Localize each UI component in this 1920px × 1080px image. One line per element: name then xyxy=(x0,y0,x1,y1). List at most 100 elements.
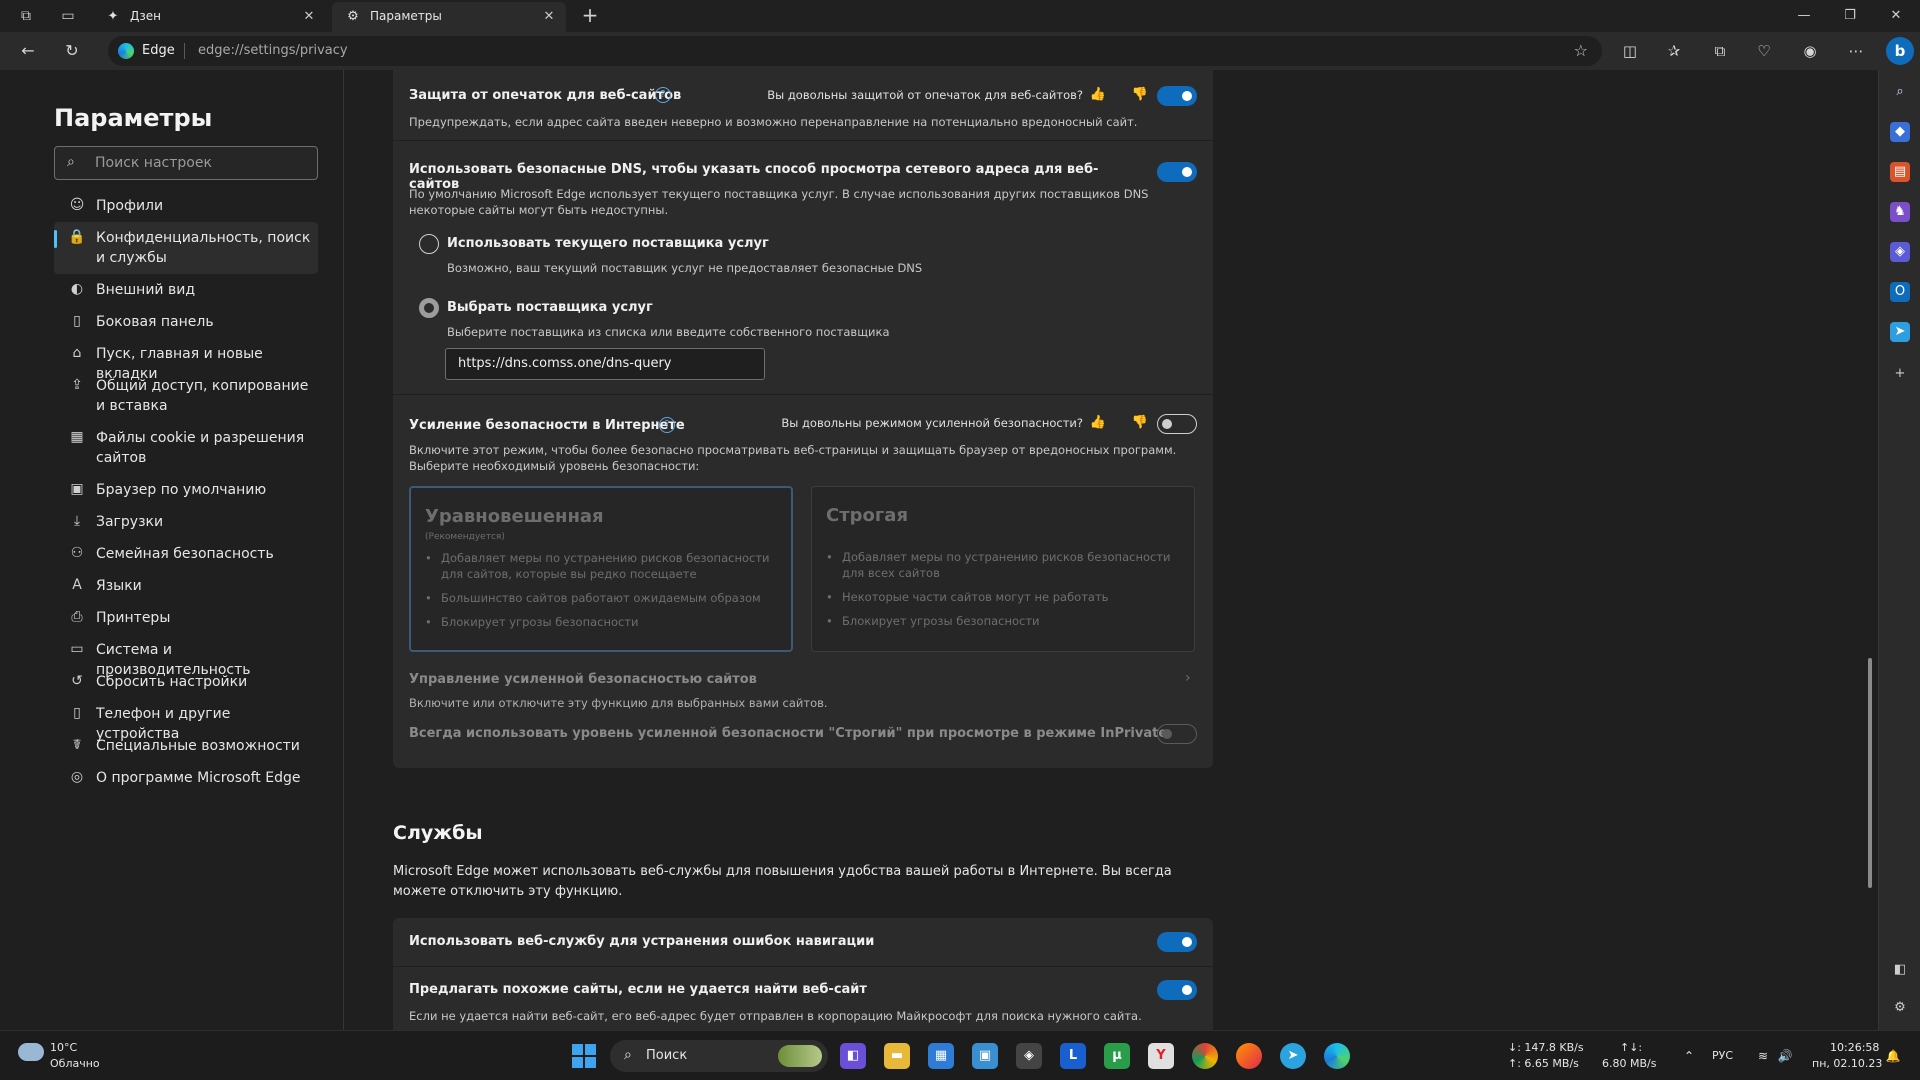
search-input[interactable] xyxy=(95,153,305,173)
copilot-icon[interactable]: b xyxy=(1886,37,1914,65)
sidebar-item-languages[interactable]: A Языки xyxy=(54,570,318,602)
clock-date[interactable]: пн, 02.10.23 xyxy=(1812,1057,1882,1070)
drop-icon[interactable]: ➤ xyxy=(1890,322,1910,342)
sidebar-item-printers[interactable]: ⎙ Принтеры xyxy=(54,602,318,634)
sidebar-item-label: Браузер по умолчанию xyxy=(96,482,267,498)
remote-desktop-icon[interactable]: ▣ xyxy=(972,1043,998,1069)
language-indicator[interactable]: РУС xyxy=(1712,1049,1733,1062)
settings-search[interactable]: ⌕ xyxy=(54,146,318,180)
telegram-icon[interactable]: ➤ xyxy=(1280,1043,1306,1069)
enhanced-security-title: Усиление безопасности в Интернете xyxy=(409,418,685,433)
similar-sites-toggle[interactable] xyxy=(1157,980,1197,1000)
close-icon[interactable]: ✕ xyxy=(300,8,318,26)
manage-enhanced-security-title[interactable]: Управление усиленной безопасностью сайто… xyxy=(409,672,757,687)
sidebar-item-downloads[interactable]: ⤓ Загрузки xyxy=(54,506,318,538)
secure-dns-toggle[interactable] xyxy=(1157,162,1197,182)
dns-current-provider-radio[interactable] xyxy=(419,234,439,254)
sidebar-item-phone[interactable]: ▯ Телефон и другие устройства xyxy=(54,698,318,742)
torrent-app-icon[interactable]: µ xyxy=(1104,1043,1130,1069)
split-screen-icon[interactable]: ◫ xyxy=(1618,39,1642,63)
sidebar-item-appearance[interactable]: ◐ Внешний вид xyxy=(54,274,318,306)
sidebar-item-about[interactable]: ◎ О программе Microsoft Edge xyxy=(54,762,318,794)
store-icon[interactable]: ▦ xyxy=(928,1043,954,1069)
clock-time[interactable]: 10:26:58 xyxy=(1830,1041,1879,1054)
notifications-bell-icon[interactable]: 🔔 xyxy=(1884,1047,1902,1065)
games-icon[interactable]: ♞ xyxy=(1890,202,1910,222)
balanced-mode-card[interactable]: Уравновешенная (Рекомендуется) Добавляет… xyxy=(409,486,793,652)
search-icon[interactable]: ⌕ xyxy=(1890,82,1910,102)
outlook-icon[interactable]: O xyxy=(1890,282,1910,302)
inprivate-strict-toggle[interactable] xyxy=(1157,724,1197,744)
tab-settings[interactable]: ⚙ Параметры ✕ xyxy=(332,2,566,32)
navigation-errors-toggle[interactable] xyxy=(1157,932,1197,952)
yandex-browser-icon[interactable]: Y xyxy=(1148,1043,1174,1069)
sidebar-item-privacy[interactable]: 🔒 Конфиденциальность, поиск и службы xyxy=(54,222,318,274)
refresh-button[interactable]: ↻ xyxy=(60,39,84,63)
sidebar-item-default-browser[interactable]: ▣ Браузер по умолчанию xyxy=(54,474,318,506)
cloud-icon[interactable] xyxy=(18,1043,44,1061)
chevron-right-icon[interactable]: › xyxy=(1185,670,1191,686)
help-icon[interactable]: ? xyxy=(659,417,675,433)
sidebar-item-sidebar[interactable]: ▯ Боковая панель xyxy=(54,306,318,338)
minimize-button[interactable]: — xyxy=(1782,4,1826,28)
edge-taskbar-icon[interactable] xyxy=(1324,1043,1350,1069)
tools-icon[interactable]: ▤ xyxy=(1890,162,1910,182)
weather-condition[interactable]: Облачно xyxy=(50,1057,100,1070)
sidebar-item-cookies[interactable]: ▦ Файлы cookie и разрешения сайтов xyxy=(54,422,318,474)
taskbar-search[interactable]: ⌕ Поиск xyxy=(610,1040,828,1072)
dns-provider-input[interactable]: https://dns.comss.one/dns-query xyxy=(445,348,765,380)
security-app-icon[interactable]: ◈ xyxy=(1016,1043,1042,1069)
more-menu-icon[interactable]: ⋯ xyxy=(1844,39,1868,63)
new-tab-button[interactable]: + xyxy=(578,4,602,28)
add-icon[interactable]: + xyxy=(1890,364,1910,384)
microsoft-365-icon[interactable]: ◈ xyxy=(1890,242,1910,262)
sidebar-item-system[interactable]: ▭ Система и производительность xyxy=(54,634,318,678)
browser-essentials-icon[interactable]: ♡ xyxy=(1752,39,1776,63)
address-bar[interactable]: Edge edge://settings/privacy ☆ xyxy=(108,36,1602,66)
chevron-up-icon[interactable]: ⌃ xyxy=(1680,1047,1698,1065)
thumbs-down-icon[interactable]: 👎 xyxy=(1131,414,1149,432)
sidebar-settings-icon[interactable]: ⚙ xyxy=(1890,998,1910,1018)
help-icon[interactable]: ? xyxy=(655,87,671,103)
balanced-mode-bullet: Большинство сайтов работают ожидаемым об… xyxy=(425,590,785,606)
start-button[interactable] xyxy=(572,1044,596,1068)
l-app-icon[interactable]: L xyxy=(1060,1043,1086,1069)
collections-icon[interactable]: ⧉ xyxy=(1708,39,1732,63)
chrome-icon[interactable] xyxy=(1192,1043,1218,1069)
volume-icon[interactable]: 🔊 xyxy=(1776,1047,1794,1065)
restore-button[interactable]: ❐ xyxy=(1828,4,1872,28)
weather-temperature[interactable]: 10°C xyxy=(50,1041,77,1054)
shopping-tag-icon[interactable]: ◆ xyxy=(1890,122,1910,142)
url-text[interactable]: edge://settings/privacy xyxy=(198,43,348,58)
favorites-icon[interactable]: ✰ xyxy=(1662,39,1686,63)
dns-choose-provider-radio[interactable] xyxy=(419,298,439,318)
sidebar-item-profiles[interactable]: ☺ Профили xyxy=(54,190,318,222)
back-button[interactable]: ← xyxy=(16,39,40,63)
favorite-star-icon[interactable]: ☆ xyxy=(1574,41,1588,60)
thumbs-up-icon[interactable]: 👍 xyxy=(1089,414,1107,432)
sidebar-item-accessibility[interactable]: ☤ Специальные возможности xyxy=(54,730,318,762)
scrollbar-thumb[interactable] xyxy=(1868,658,1872,888)
tab-dzen[interactable]: ✦ Дзен ✕ xyxy=(92,2,326,32)
sidebar-item-share[interactable]: ⇪ Общий доступ, копирование и вставка xyxy=(54,370,318,422)
strict-mode-card[interactable]: Строгая Добавляет меры по устранению рис… xyxy=(811,486,1195,652)
enhanced-security-toggle[interactable] xyxy=(1157,414,1197,434)
widgets-app-icon[interactable]: ◧ xyxy=(840,1043,866,1069)
sidebar-item-label: Конфиденциальность, поиск и службы xyxy=(96,230,311,266)
typo-protection-toggle[interactable] xyxy=(1157,86,1197,106)
profile-avatar-icon[interactable]: ◉ xyxy=(1798,39,1822,63)
title-bar: ⧉ ▭ ✦ Дзен ✕ ⚙ Параметры ✕ + — ❐ ✕ xyxy=(0,0,1920,32)
thumbs-up-icon[interactable]: 👍 xyxy=(1089,86,1107,104)
workspaces-icon[interactable]: ⧉ xyxy=(16,6,36,26)
hide-sidebar-icon[interactable]: ◧ xyxy=(1890,960,1910,980)
tab-actions-icon[interactable]: ▭ xyxy=(58,6,78,26)
thumbs-down-icon[interactable]: 👎 xyxy=(1131,86,1149,104)
sidebar-item-start-home[interactable]: ⌂ Пуск, главная и новые вкладки xyxy=(54,338,318,382)
sidebar-item-reset[interactable]: ↺ Сбросить настройки xyxy=(54,666,318,698)
wifi-icon[interactable]: ≋ xyxy=(1754,1047,1772,1065)
file-explorer-icon[interactable]: ▬ xyxy=(884,1043,910,1069)
sidebar-item-family[interactable]: ⚇ Семейная безопасность xyxy=(54,538,318,570)
firefox-icon[interactable] xyxy=(1236,1043,1262,1069)
close-icon[interactable]: ✕ xyxy=(540,8,558,26)
close-window-button[interactable]: ✕ xyxy=(1874,4,1918,28)
